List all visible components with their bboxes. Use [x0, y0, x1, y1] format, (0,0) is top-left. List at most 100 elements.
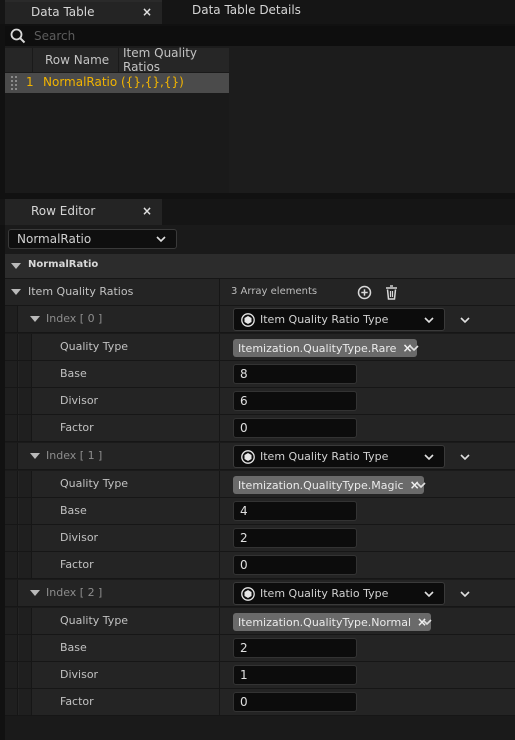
- array-element-header: Index [ 1 ] Item Quality Ratio Type: [5, 443, 515, 470]
- chevron-down-icon[interactable]: [460, 591, 470, 598]
- chevron-down-icon: [424, 317, 434, 324]
- divisor-input[interactable]: 6: [233, 391, 357, 411]
- column-header-item-quality-ratios[interactable]: Item Quality Ratios: [118, 46, 229, 74]
- divisor-label: Divisor: [60, 531, 99, 544]
- factor-label: Factor: [60, 421, 94, 434]
- row-value-cell: ({},{},{}): [121, 75, 184, 89]
- factor-label: Factor: [60, 558, 94, 571]
- divisor-input[interactable]: 1: [233, 665, 357, 685]
- top-tab-bar: Data Table × Data Table Details: [0, 0, 515, 24]
- gameplay-tag-value: Itemization.QualityType.Rare: [238, 341, 397, 355]
- divisor-row: Divisor 2: [5, 525, 515, 552]
- triangle-down-icon[interactable]: [30, 590, 40, 596]
- struct-type-label: Item Quality Ratio Type: [260, 587, 389, 600]
- chevron-down-icon[interactable]: [409, 345, 419, 352]
- row-index: 1: [26, 75, 34, 89]
- base-row: Base 4: [5, 498, 515, 525]
- base-label: Base: [60, 504, 87, 517]
- triangle-down-icon[interactable]: [11, 289, 21, 295]
- factor-row: Factor 0: [5, 415, 515, 442]
- triangle-down-icon: [11, 263, 21, 269]
- quality-type-row: Quality Type Itemization.QualityType.Mag…: [5, 471, 515, 498]
- tab-data-table-details-label: Data Table Details: [192, 3, 301, 17]
- column-divider: [219, 279, 220, 305]
- array-index-label: Index [ 1 ]: [46, 449, 103, 462]
- base-input[interactable]: 4: [233, 501, 357, 521]
- triangle-down-icon[interactable]: [30, 453, 40, 459]
- divisor-label: Divisor: [60, 394, 99, 407]
- row-selector-dropdown[interactable]: NormalRatio: [8, 229, 177, 249]
- section-title: NormalRatio: [28, 259, 99, 270]
- struct-type-label: Item Quality Ratio Type: [260, 450, 389, 463]
- struct-type-label: Item Quality Ratio Type: [260, 313, 389, 326]
- gameplay-tag-chip[interactable]: Itemization.QualityType.Normal ×: [233, 613, 432, 631]
- base-input[interactable]: 8: [233, 364, 357, 384]
- data-table-grid: Row Name Item Quality Ratios 1 NormalRat…: [5, 46, 229, 193]
- factor-input[interactable]: 0: [233, 418, 357, 438]
- array-index-label: Index [ 0 ]: [46, 312, 103, 325]
- search-icon: [10, 28, 26, 44]
- array-property-row: Item Quality Ratios 3 Array elements: [5, 279, 515, 306]
- trash-icon[interactable]: [384, 285, 399, 300]
- divisor-label: Divisor: [60, 668, 99, 681]
- gameplay-tag-chip[interactable]: Itemization.QualityType.Rare ×: [233, 339, 417, 357]
- triangle-down-icon[interactable]: [30, 316, 40, 322]
- tab-row-editor-label: Row Editor: [31, 204, 96, 218]
- base-input[interactable]: 2: [233, 638, 357, 658]
- chevron-down-icon[interactable]: [460, 454, 470, 461]
- factor-input[interactable]: 0: [233, 555, 357, 575]
- divisor-input[interactable]: 2: [233, 528, 357, 548]
- tab-data-table[interactable]: Data Table ×: [5, 0, 162, 24]
- row-editor-panel: NormalRatio NormalRatio Item Quality Rat…: [5, 225, 515, 740]
- factor-row: Factor 0: [5, 552, 515, 579]
- tab-row-editor[interactable]: Row Editor ×: [5, 199, 162, 225]
- drag-grip-icon[interactable]: [11, 76, 17, 90]
- struct-type-dropdown[interactable]: Item Quality Ratio Type: [233, 308, 445, 331]
- chevron-down-icon[interactable]: [416, 482, 426, 489]
- quality-type-row: Quality Type Itemization.QualityType.Nor…: [5, 608, 515, 635]
- factor-input[interactable]: 0: [233, 692, 357, 712]
- array-element-header: Index [ 0 ] Item Quality Ratio Type: [5, 306, 515, 333]
- quality-type-label: Quality Type: [60, 340, 129, 353]
- table-row[interactable]: 1 NormalRatio ({},{},{}): [5, 73, 229, 93]
- chevron-down-icon: [424, 591, 434, 598]
- chevron-down-icon: [424, 454, 434, 461]
- quality-type-label: Quality Type: [60, 614, 129, 627]
- column-header-row-name[interactable]: Row Name: [32, 48, 118, 72]
- data-table-details-panel: [231, 48, 515, 193]
- quality-type-row: Quality Type Itemization.QualityType.Rar…: [5, 334, 515, 361]
- quality-type-label: Quality Type: [60, 477, 129, 490]
- search-bar[interactable]: Search: [5, 26, 515, 46]
- factor-row: Factor 0: [5, 689, 515, 716]
- close-icon[interactable]: ×: [142, 5, 152, 19]
- array-index-label: Index [ 2 ]: [46, 586, 103, 599]
- base-row: Base 8: [5, 361, 515, 388]
- chevron-down-icon[interactable]: [460, 317, 470, 324]
- struct-type-dropdown[interactable]: Item Quality Ratio Type: [233, 445, 445, 468]
- row-selector-value: NormalRatio: [17, 232, 92, 246]
- array-element-header: Index [ 2 ] Item Quality Ratio Type: [5, 580, 515, 607]
- array-label: Item Quality Ratios: [28, 285, 134, 298]
- struct-icon: [241, 450, 255, 464]
- array-count: 3 Array elements: [231, 286, 318, 297]
- close-icon[interactable]: ×: [142, 204, 152, 218]
- struct-type-dropdown[interactable]: Item Quality Ratio Type: [233, 582, 445, 605]
- divisor-row: Divisor 6: [5, 388, 515, 415]
- struct-icon: [241, 313, 255, 327]
- chevron-down-icon[interactable]: [422, 619, 432, 626]
- data-table-panel: Search Row Name Item Quality Ratios 1 No…: [5, 26, 515, 193]
- gameplay-tag-value: Itemization.QualityType.Magic: [238, 478, 404, 492]
- tab-data-table-details[interactable]: Data Table Details: [162, 0, 342, 24]
- base-label: Base: [60, 367, 87, 380]
- gameplay-tag-chip[interactable]: Itemization.QualityType.Magic ×: [233, 476, 424, 494]
- plus-circle-icon[interactable]: [357, 285, 372, 300]
- divisor-row: Divisor 1: [5, 662, 515, 689]
- base-row: Base 2: [5, 635, 515, 662]
- base-label: Base: [60, 641, 87, 654]
- section-header[interactable]: NormalRatio: [5, 254, 515, 279]
- table-header: Row Name Item Quality Ratios: [5, 46, 229, 74]
- search-input[interactable]: Search: [34, 29, 75, 43]
- tab-data-table-label: Data Table: [31, 5, 95, 19]
- factor-label: Factor: [60, 695, 94, 708]
- row-editor-tab-bar: Row Editor ×: [0, 199, 515, 225]
